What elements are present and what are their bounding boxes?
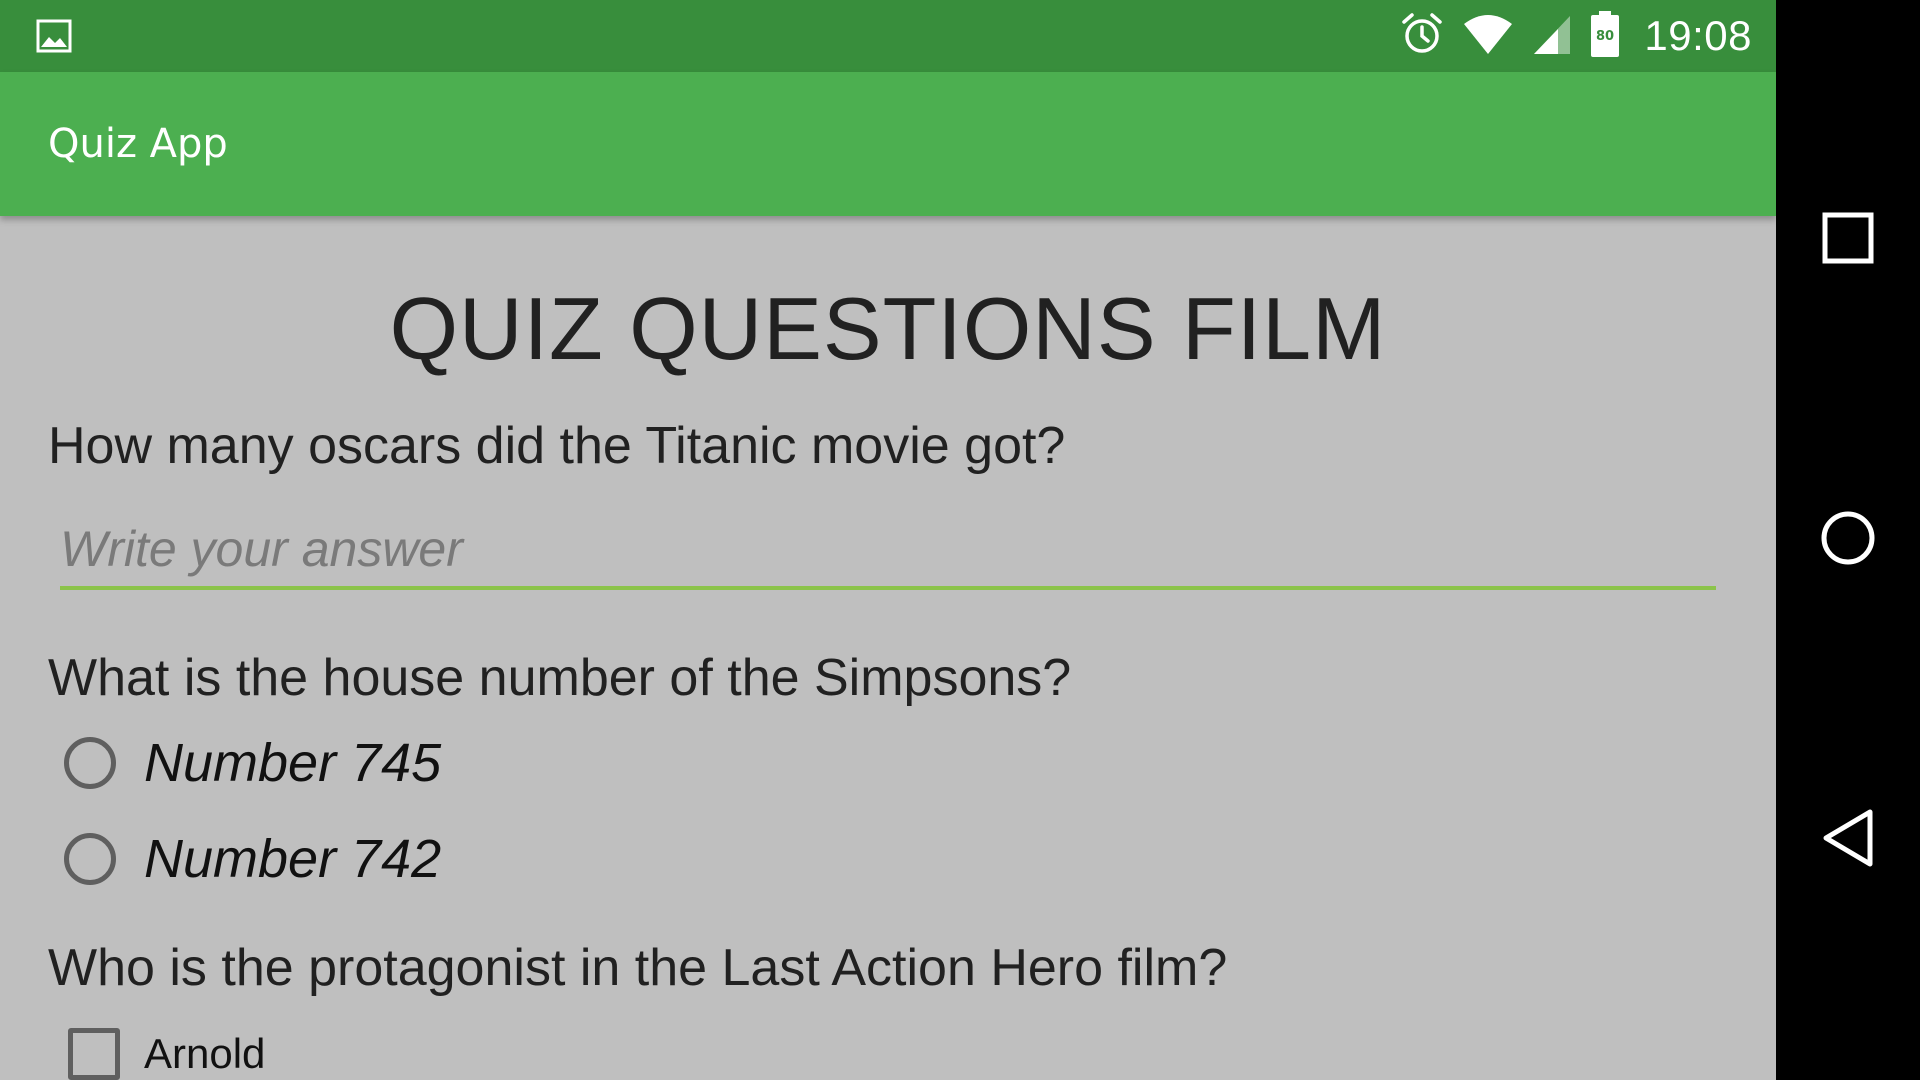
app-screen: 80 19:08 Quiz App QUIZ QUESTIONS FILM Ho… [0, 0, 1776, 1080]
wifi-icon [1462, 12, 1514, 61]
back-icon [1820, 808, 1876, 873]
back-button[interactable] [1812, 804, 1884, 876]
status-clock: 19:08 [1644, 12, 1752, 59]
radio-button[interactable] [64, 737, 116, 789]
app-title: Quiz App [48, 121, 228, 167]
recent-apps-button[interactable] [1812, 204, 1884, 276]
cell-signal-icon [1532, 12, 1572, 61]
question-1-text: How many oscars did the Titanic movie go… [48, 417, 1066, 475]
question-2-text: What is the house number of the Simpsons… [48, 649, 1072, 707]
radio-label: Number 745 [144, 733, 442, 793]
radio-button[interactable] [64, 833, 116, 885]
checkbox-label: Arnold [144, 1030, 266, 1077]
battery-level: 80 [1596, 29, 1614, 44]
answer-input[interactable] [60, 512, 1716, 590]
page-title: QUIZ QUESTIONS FILM [389, 279, 1387, 378]
status-bar: 80 19:08 [0, 0, 1776, 72]
radio-option-745[interactable]: Number 745 [64, 728, 441, 798]
radio-label: Number 742 [144, 829, 442, 889]
radio-option-742[interactable]: Number 742 [64, 824, 441, 894]
alarm-icon [1400, 12, 1444, 61]
image-icon [36, 18, 72, 54]
quiz-content[interactable]: QUIZ QUESTIONS FILM How many oscars did … [0, 216, 1776, 1080]
navigation-bar [1776, 0, 1920, 1080]
app-bar: Quiz App [0, 72, 1776, 216]
home-icon [1820, 510, 1876, 571]
question-3-text: Who is the protagonist in the Last Actio… [48, 939, 1228, 997]
recent-apps-icon [1822, 212, 1874, 269]
battery-icon: 80 [1590, 10, 1620, 63]
checkbox[interactable] [68, 1028, 120, 1080]
checkbox-option-arnold[interactable]: Arnold [68, 1022, 265, 1080]
status-icons: 80 19:08 [1400, 0, 1752, 72]
home-button[interactable] [1812, 504, 1884, 576]
